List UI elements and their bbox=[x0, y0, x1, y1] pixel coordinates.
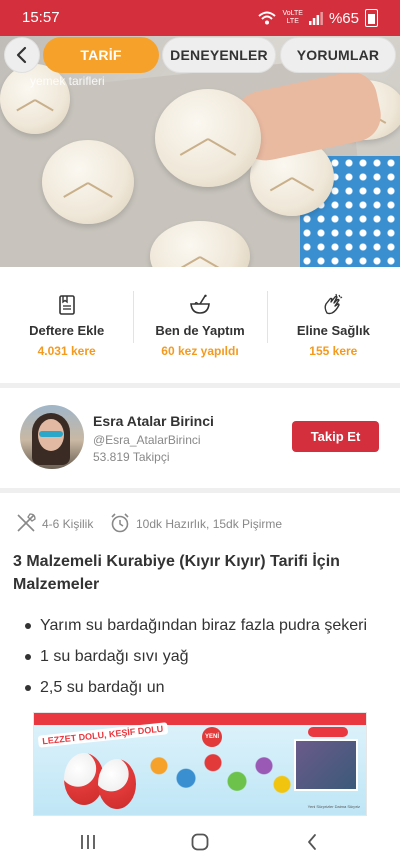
bullet bbox=[25, 653, 31, 660]
action-label: Deftere Ekle bbox=[29, 323, 105, 338]
list-item: Yarım su bardağından biraz fazla pudra ş… bbox=[25, 610, 367, 641]
advertisement-banner[interactable]: LEZZET DOLU, KEŞİF DOLU YENİ Yeni Sürpri… bbox=[33, 712, 367, 816]
back-arrow-icon bbox=[308, 834, 316, 850]
back-button[interactable] bbox=[4, 37, 40, 73]
ad-photo bbox=[294, 739, 358, 791]
chocolate-egg bbox=[98, 759, 136, 809]
i-made-it-button[interactable]: Ben de Yaptım 60 kez yapıldı bbox=[133, 267, 266, 383]
bullet bbox=[25, 622, 31, 629]
brand-logo bbox=[308, 727, 348, 737]
status-icons: VoLTE LTE %65 bbox=[258, 9, 378, 27]
system-back-button[interactable] bbox=[297, 830, 327, 854]
utensils-icon bbox=[17, 513, 36, 532]
mixing-bowl-icon bbox=[190, 294, 210, 314]
signal-icon bbox=[308, 11, 323, 25]
recipe-actions: Deftere Ekle 4.031 kere Ben de Yaptım 60… bbox=[0, 267, 400, 383]
recipe-meta: 4-6 Kişilik 10dk Hazırlık, 15dk Pişirme bbox=[0, 510, 400, 536]
new-badge: YENİ bbox=[202, 727, 222, 747]
tab-tarif[interactable]: TARİF bbox=[43, 37, 159, 73]
follow-button[interactable]: Takip Et bbox=[292, 421, 379, 452]
time-text: 10dk Hazırlık, 15dk Pişirme bbox=[136, 517, 283, 531]
toy-figures bbox=[144, 741, 294, 803]
servings-text: 4-6 Kişilik bbox=[42, 517, 94, 531]
author-avatar[interactable] bbox=[20, 405, 84, 469]
list-item: 1 su bardağı sıvı yağ bbox=[25, 641, 367, 672]
clapping-hands-icon bbox=[324, 293, 343, 315]
cookie-held bbox=[155, 89, 261, 187]
author-handle: @Esra_AtalarBirinci bbox=[93, 433, 201, 447]
action-count: 155 kere bbox=[309, 344, 358, 358]
author-name[interactable]: Esra Atalar Birinci bbox=[93, 413, 214, 429]
bullet bbox=[25, 684, 31, 691]
action-count: 60 kez yapıldı bbox=[161, 344, 239, 358]
author-card: Esra Atalar Birinci @Esra_AtalarBirinci … bbox=[0, 388, 400, 488]
tab-yorumlar[interactable]: YORUMLAR bbox=[280, 37, 396, 73]
network-type: VoLTE LTE bbox=[282, 10, 303, 25]
action-label: Eline Sağlık bbox=[296, 323, 370, 338]
chevron-left-icon bbox=[16, 46, 27, 64]
home-button[interactable] bbox=[185, 830, 215, 854]
add-to-notebook-button[interactable]: Deftere Ekle 4.031 kere bbox=[0, 267, 133, 383]
section-divider bbox=[0, 488, 400, 493]
battery-percent: %65 bbox=[328, 9, 359, 27]
list-item: 2,5 su bardağı un bbox=[25, 672, 367, 703]
status-bar: 15:57 VoLTE LTE %65 bbox=[0, 0, 400, 36]
tab-deneyenler[interactable]: DENEYENLER bbox=[162, 37, 276, 73]
ingredients-heading: 3 Malzemeli Kurabiye (Kıyır Kıyır) Tarif… bbox=[13, 553, 340, 593]
ingredients-list: Yarım su bardağından biraz fazla pudra ş… bbox=[25, 610, 367, 703]
battery-icon bbox=[365, 9, 378, 27]
action-count: 4.031 kere bbox=[37, 344, 96, 358]
recents-button[interactable] bbox=[73, 830, 103, 854]
status-time: 15:57 bbox=[22, 9, 60, 26]
ad-fine-print: Yeni Sürprizler Daima Sürpriz bbox=[307, 804, 360, 809]
well-done-button[interactable]: Eline Sağlık 155 kere bbox=[266, 267, 400, 383]
wifi-icon bbox=[258, 11, 277, 25]
home-icon bbox=[191, 833, 209, 851]
watermark-text: yemek tarifleri bbox=[30, 74, 105, 88]
system-nav-bar bbox=[0, 820, 400, 866]
action-label: Ben de Yaptım bbox=[155, 323, 245, 338]
notebook-icon bbox=[58, 295, 75, 315]
alarm-clock-icon bbox=[111, 513, 129, 533]
author-followers: 53.819 Takipçi bbox=[93, 450, 170, 464]
recents-icon bbox=[81, 835, 95, 849]
cookie bbox=[42, 140, 134, 224]
